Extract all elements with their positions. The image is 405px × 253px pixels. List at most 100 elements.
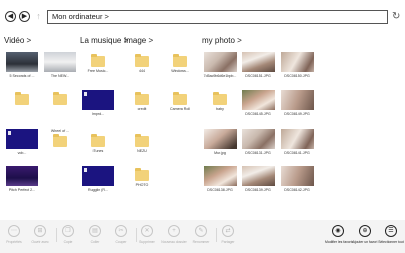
app-button-label: Modifier les favoris (325, 240, 354, 244)
edit-favorites-button[interactable]: ◉ Modifier les favoris (325, 225, 354, 244)
cut-icon: ✂ (115, 225, 127, 237)
folder-icon (53, 134, 67, 147)
folder-tile[interactable]: Windows... (162, 52, 198, 74)
folder-icon (53, 92, 67, 105)
group-header-image[interactable]: Image > (124, 36, 153, 45)
video-tile[interactable]: 5 Seconds of ... (4, 52, 40, 79)
photo-thumbnail (280, 52, 314, 72)
group-header-video[interactable]: Vidéo > (4, 36, 31, 45)
photo-tile[interactable]: DSC08138.JPG (202, 166, 238, 193)
group-header-my-photo[interactable]: my photo > (202, 36, 242, 45)
tile-label: 444 (139, 69, 145, 73)
tile-label: The NEW... (50, 74, 70, 78)
photo-thumbnail (203, 52, 237, 72)
tile-label: DSC08142.JPG (284, 188, 310, 192)
photo-tile[interactable]: DSC08151.JPG (240, 52, 276, 79)
tile-label: baby (216, 107, 224, 111)
forward-button[interactable]: ▶ (19, 11, 30, 22)
paste-button[interactable]: ▤ Coller (82, 225, 108, 244)
tile-label: 5 Seconds of ... (9, 74, 35, 78)
tile-label: Mur.jpg (214, 151, 226, 155)
tile-label: DSC08150.JPG (284, 74, 310, 78)
refresh-button[interactable]: ↻ (392, 11, 400, 22)
add-favorite-button[interactable]: ⊕ Ajouter un favori (352, 225, 378, 244)
tile-label: Camera Roll (170, 107, 190, 111)
address-bar[interactable]: Mon ordinateur > (47, 10, 388, 24)
photo-tile[interactable]: DSC08141.JPG (279, 129, 315, 156)
folder-icon (213, 92, 227, 105)
folder-tile[interactable] (42, 90, 78, 105)
media-file-icon (6, 129, 38, 149)
folder-icon (173, 54, 187, 67)
folder-tile[interactable]: NEZU (124, 132, 160, 154)
app-button-label: Ajouter un favori (352, 240, 378, 244)
app-button-label: Sélectionner tout (378, 240, 404, 244)
tile-label: DSC08138.JPG (207, 188, 233, 192)
folder-tile[interactable]: Wheel of ... (42, 112, 78, 134)
photo-thumbnail (280, 90, 314, 110)
open-with-button[interactable]: ⊞ Ouvrir avec (27, 225, 53, 244)
photo-tile[interactable]: Mur.jpg (202, 129, 238, 156)
arrow-up-icon: ↑ (36, 11, 41, 21)
back-button[interactable]: ◀ (5, 11, 16, 22)
folder-tile[interactable]: 444 (124, 52, 160, 74)
app-button-label: Nouveau dossier (161, 240, 187, 244)
folder-tile[interactable]: Free Music... (80, 52, 116, 74)
refresh-icon: ↻ (392, 11, 401, 22)
paste-icon: ▤ (89, 225, 101, 237)
media-tile[interactable]: Rugglin (R... (80, 166, 116, 193)
photo-tile[interactable]: DSC08131.JPG (240, 129, 276, 156)
video-tile[interactable]: Pitch Perfect 2... (4, 166, 40, 193)
new-folder-button[interactable]: + Nouveau dossier (161, 225, 187, 244)
open-with-icon: ⊞ (34, 225, 46, 237)
copy-icon: ❐ (62, 225, 74, 237)
photo-tile[interactable]: DSC08149.JPG (279, 90, 315, 117)
app-button-label: Propriétés (6, 240, 22, 244)
group-header-music[interactable]: La musique > (80, 36, 128, 45)
tile-label: DSC08131.JPG (245, 151, 271, 155)
arrow-left-icon: ◀ (7, 13, 14, 20)
arrow-right-icon: ▶ (21, 13, 28, 20)
photo-thumbnail (241, 52, 275, 72)
folder-tile[interactable]: Camera Roll (162, 90, 198, 112)
properties-icon: ⋯ (8, 225, 20, 237)
share-button[interactable]: ⇄ Partager (215, 225, 241, 244)
navigation-bar: ◀ ▶ ↑ Mon ordinateur > ↻ (0, 0, 405, 32)
folder-tile[interactable] (42, 132, 78, 147)
properties-button[interactable]: ⋯ Propriétés (1, 225, 27, 244)
cut-button[interactable]: ✂ Couper (108, 225, 134, 244)
photo-tile[interactable]: 7d5ac9b6d6e1bpb... (202, 52, 238, 79)
rename-icon: ✎ (195, 225, 207, 237)
video-thumbnail (6, 52, 38, 72)
tile-label: DSC08139.JPG (245, 188, 271, 192)
folder-tile[interactable]: PHOTO (124, 166, 160, 188)
tile-label: DSC08141.JPG (284, 151, 310, 155)
folder-icon (15, 92, 29, 105)
folder-tile[interactable] (4, 90, 40, 105)
folder-tile[interactable]: iTunes (80, 132, 116, 154)
favorites-icon: ◉ (332, 225, 344, 237)
folder-tile[interactable]: baby (202, 90, 238, 112)
delete-button[interactable]: ✕ Supprimer (134, 225, 160, 244)
video-tile[interactable]: vob... (4, 129, 40, 156)
photo-tile[interactable]: DSC08142.JPG (279, 166, 315, 193)
folder-tile[interactable]: credit (124, 90, 160, 112)
tile-label: DSC08151.JPG (245, 74, 271, 78)
copy-button[interactable]: ❐ Copie (55, 225, 81, 244)
tile-label: Free Music... (87, 69, 109, 73)
photo-tile[interactable]: DSC08150.JPG (279, 52, 315, 79)
tile-label: DSC08145.JPG (245, 112, 271, 116)
select-all-button[interactable]: ☰ Sélectionner tout (378, 225, 404, 244)
folder-icon (173, 92, 187, 105)
media-tile[interactable]: Imprd... (80, 90, 116, 117)
video-tile[interactable]: The NEW... (42, 52, 78, 79)
rename-button[interactable]: ✎ Renommer (188, 225, 214, 244)
photo-thumbnail (241, 90, 275, 110)
media-file-icon (82, 166, 114, 186)
tile-label: iTunes (92, 149, 104, 153)
up-button[interactable]: ↑ (33, 11, 44, 22)
photo-tile[interactable]: DSC08139.JPG (240, 166, 276, 193)
photo-tile[interactable]: DSC08145.JPG (240, 90, 276, 117)
folder-icon (91, 134, 105, 147)
photo-thumbnail (241, 166, 275, 186)
